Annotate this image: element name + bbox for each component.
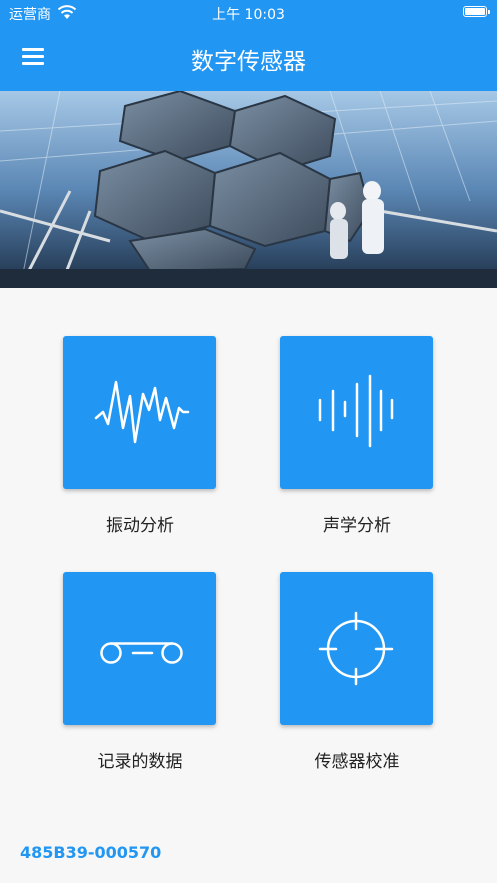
sensor-calibration-tile[interactable] <box>280 572 433 725</box>
hero-image <box>0 91 497 288</box>
recorded-data-tile[interactable] <box>63 572 216 725</box>
status-bar: 运营商 上午 10:03 <box>0 0 497 26</box>
acoustic-analysis-tile[interactable] <box>280 336 433 489</box>
device-id: 485B39-000570 <box>20 843 162 862</box>
crosshair-icon <box>318 611 394 686</box>
app-header: 运营商 上午 10:03 数字传感器 <box>0 0 497 91</box>
acoustic-analysis-label: 声学分析 <box>323 516 391 536</box>
tape-recording-icon <box>100 642 183 664</box>
sensor-calibration-label: 传感器校准 <box>314 752 400 772</box>
vibration-analysis-tile[interactable] <box>63 336 216 489</box>
battery-icon <box>463 6 490 17</box>
waveform-icon <box>94 380 190 444</box>
recorded-data-label: 记录的数据 <box>97 752 183 772</box>
telescope-mirror-photo <box>0 91 497 288</box>
status-time: 上午 10:03 <box>212 7 285 23</box>
sound-bars-icon <box>318 374 394 448</box>
vibration-analysis-label: 振动分析 <box>106 516 174 536</box>
page-title: 数字传感器 <box>191 49 306 75</box>
